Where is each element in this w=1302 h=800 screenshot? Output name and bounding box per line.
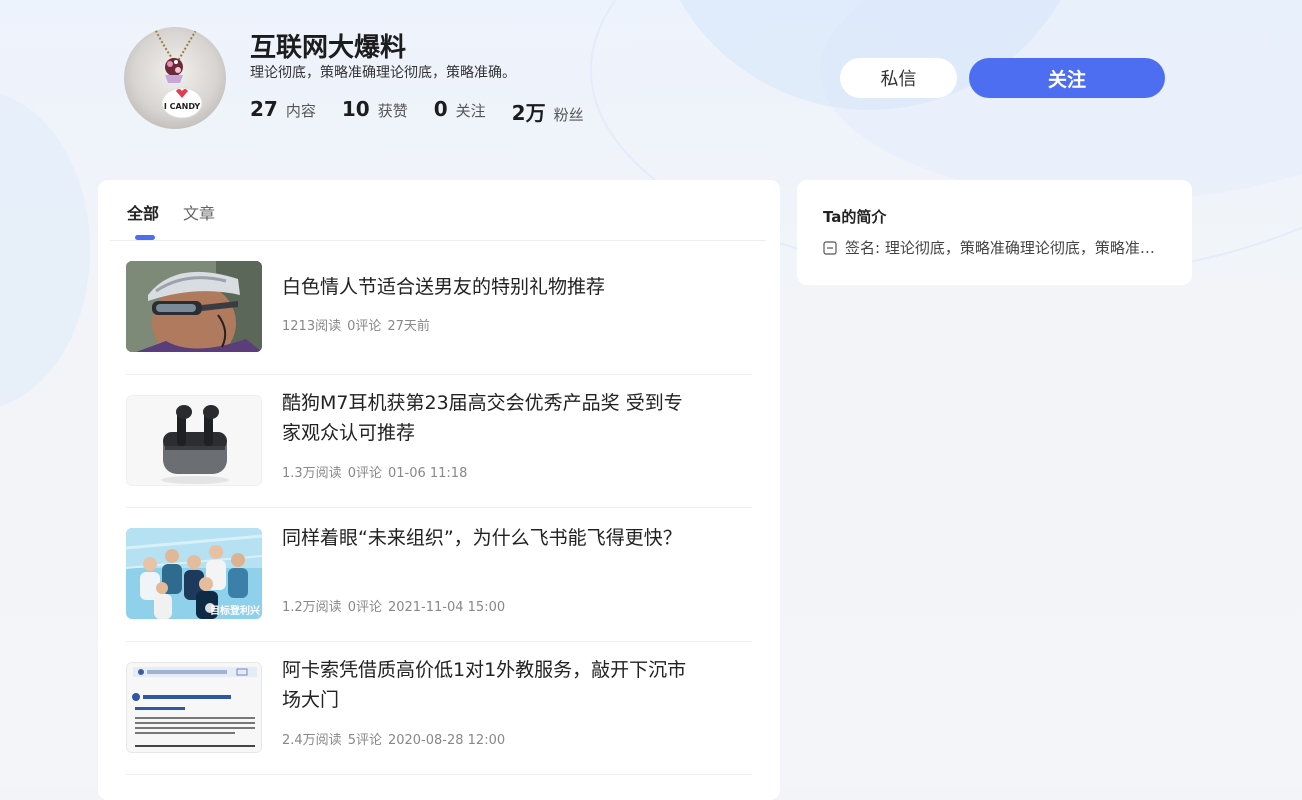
profile-stats: 27 内容 10 获赞 0 关注 2万 粉丝 [250, 97, 610, 126]
comment-count: 0评论 [347, 600, 382, 615]
stat-label: 内容 [285, 102, 316, 120]
follow-button[interactable]: 关注 [969, 58, 1165, 98]
read-count: 1.3万阅读 [282, 466, 342, 481]
stat-content[interactable]: 27 内容 [250, 97, 316, 126]
publish-time: 2021-11-04 15:00 [387, 600, 506, 615]
stat-number: 27 [250, 97, 278, 121]
comment-count: 0评论 [347, 319, 382, 334]
intro-title: Ta的简介 [823, 208, 887, 226]
article-meta: 1213阅读 0评论 27天前 [282, 315, 436, 334]
stat-label: 粉丝 [553, 106, 584, 124]
read-count: 2.4万阅读 [282, 733, 342, 748]
avatar[interactable]: I CANDY [124, 27, 226, 129]
stat-likes[interactable]: 10 获赞 [342, 97, 408, 126]
earbuds-photo[interactable] [126, 395, 262, 486]
publish-time: 01-06 11:18 [387, 466, 468, 481]
signature-value: 理论彻底，策略准确理论彻底，策略准确。 [884, 239, 1168, 257]
signature-row: 签名: 理论彻底，策略准确理论彻底，策略准确。 [823, 237, 1168, 258]
profile-bio: 理论彻底，策略准确理论彻底，策略准确。 [250, 65, 516, 81]
intro-card: Ta的简介 签名: 理论彻底，策略准确理论彻底，策略准确。 [797, 180, 1192, 285]
tab-all[interactable]: 全部 [127, 200, 159, 224]
stat-label: 获赞 [377, 102, 408, 120]
tab-articles[interactable]: 文章 [183, 200, 215, 224]
document-scan[interactable] [126, 662, 262, 753]
content-tabs: 全部 文章 [98, 180, 780, 240]
content-card: 全部 文章 白色情人节适合送男友的特别礼物推荐 1213阅读 0评论 27天前 … [98, 180, 780, 800]
candy-keychain-icon: I CANDY [153, 27, 203, 119]
article-title[interactable]: 同样着眼“未来组织”，为什么飞书能飞得更快？ [282, 523, 697, 553]
thumb-watermark: 目标登利兴 [210, 606, 260, 617]
publish-time: 27天前 [387, 319, 430, 334]
signature-label: 签名: [845, 239, 881, 257]
stat-number: 10 [341, 97, 370, 121]
stat-number: 2万 [511, 101, 546, 125]
signature-text: 签名: 理论彻底，策略准确理论彻底，策略准确。 [845, 237, 1168, 258]
comment-count: 5评论 [347, 733, 382, 748]
publish-time: 2020-08-28 12:00 [387, 733, 506, 748]
comment-count: 0评论 [347, 466, 382, 481]
stat-following[interactable]: 0 关注 [434, 97, 486, 126]
item-divider [126, 641, 752, 642]
article-title[interactable]: 阿卡索凭借质高价低1对1外教服务，敲开下沉市场大门 [282, 655, 697, 715]
tabs-divider [110, 240, 766, 241]
decor-circle [0, 90, 90, 410]
read-count: 1213阅读 [282, 319, 342, 334]
stat-number: 0 [433, 97, 448, 121]
avatar-text: I CANDY [164, 102, 201, 111]
item-divider [126, 507, 752, 508]
stat-label: 关注 [455, 102, 486, 120]
read-count: 1.2万阅读 [282, 600, 342, 615]
item-divider [126, 374, 752, 375]
article-meta: 1.3万阅读 0评论 01-06 11:18 [282, 462, 473, 481]
article-title[interactable]: 酷狗M7耳机获第23届高交会优秀产品奖 受到专家观众认可推荐 [282, 388, 697, 448]
signature-icon [823, 240, 837, 255]
article-meta: 1.2万阅读 0评论 2021-11-04 15:00 [282, 596, 511, 615]
message-button[interactable]: 私信 [840, 58, 957, 98]
cyclist-photo[interactable] [126, 261, 262, 352]
article-title[interactable]: 白色情人节适合送男友的特别礼物推荐 [282, 272, 697, 302]
article-meta: 2.4万阅读 5评论 2020-08-28 12:00 [282, 729, 511, 748]
team-photo[interactable]: 目标登利兴 [126, 528, 262, 619]
stat-followers[interactable]: 2万 粉丝 [512, 97, 584, 126]
item-divider [126, 774, 752, 775]
profile-name: 互联网大爆料 [250, 33, 407, 63]
